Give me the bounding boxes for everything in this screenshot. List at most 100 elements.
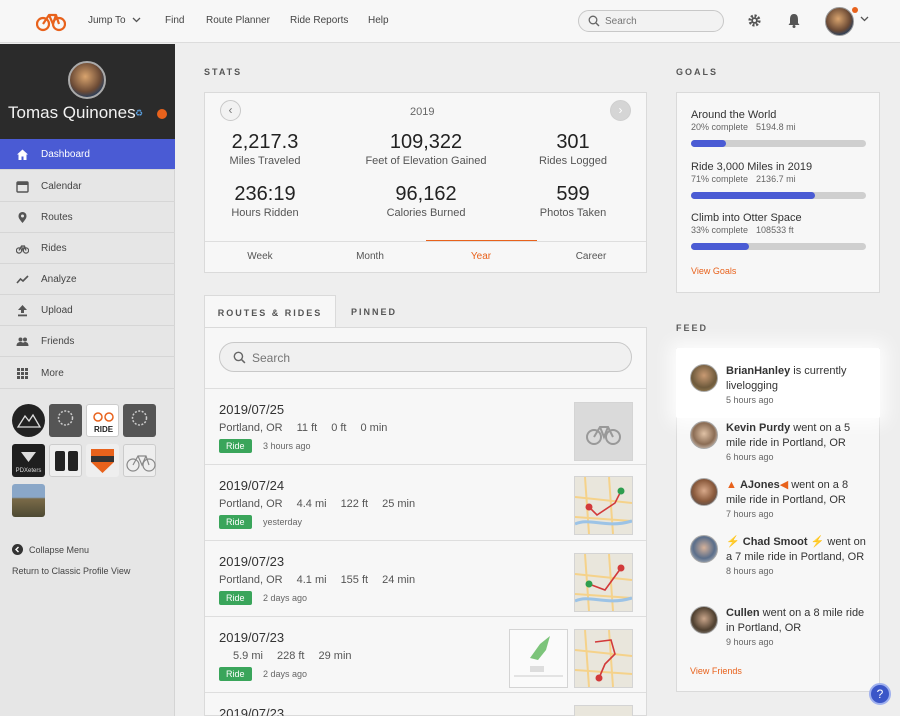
feed-avatar[interactable]: [690, 478, 718, 506]
calendar-icon: [16, 181, 29, 193]
bell-icon[interactable]: [787, 13, 801, 28]
stat-hours: 236:19 Hours Ridden: [190, 183, 340, 219]
phone-badge-icon: [55, 451, 78, 471]
sidebar-item-calendar[interactable]: Calendar: [0, 171, 175, 202]
goal-amount: 108533 ft: [756, 225, 794, 235]
badge-bicycle[interactable]: [123, 444, 156, 477]
global-search-input[interactable]: [605, 14, 715, 28]
ride-row[interactable]: 2019/07/23 5.9 mi 228 ft 29 min Ride 2 day…: [205, 616, 646, 692]
stat-label: Rides Logged: [539, 155, 607, 167]
elevation-chart-icon: [514, 636, 563, 677]
prev-year-button[interactable]: ‹: [220, 100, 241, 121]
tab-month[interactable]: Month: [315, 251, 425, 262]
feed-user-name[interactable]: AJones: [740, 479, 780, 491]
badge-pdxeters[interactable]: PDXeters: [12, 444, 45, 477]
view-goals-link[interactable]: View Goals: [691, 266, 736, 276]
feed-user-name[interactable]: Chad Smoot: [743, 536, 808, 548]
ride-row[interactable]: 2019/07/23 Portland, OR 4.1 mi 155 ft 24 mi…: [205, 540, 646, 616]
ride-distance: 11 ft: [296, 422, 318, 434]
tab-routes-rides[interactable]: ROUTES & RIDES: [204, 295, 336, 328]
premium-badge-icon: [157, 109, 167, 119]
trend-icon: [16, 275, 29, 284]
gear-icon[interactable]: [747, 13, 762, 28]
stat-value: 236:19: [234, 183, 296, 205]
goal-item[interactable]: Climb into Otter Space 33% complete 10853…: [691, 212, 867, 250]
ride-map-thumbnail[interactable]: [574, 476, 633, 535]
sidebar-item-more[interactable]: More: [0, 358, 175, 389]
nav-help[interactable]: Help: [368, 15, 389, 26]
ride-row[interactable]: 2019/07/25 Portland, OR 11 ft 0 ft 0 min Ri…: [205, 388, 646, 464]
rides-search-input[interactable]: [252, 350, 552, 366]
badge-photo[interactable]: [12, 484, 45, 517]
sidebar-item-rides[interactable]: Rides: [0, 233, 175, 264]
goal-item[interactable]: Ride 3,000 Miles in 2019 71% complete 213…: [691, 161, 867, 199]
user-avatar[interactable]: [825, 7, 854, 36]
chevron-down-icon[interactable]: [860, 16, 869, 22]
next-year-button[interactable]: ›: [610, 100, 631, 121]
ride-map-thumbnail[interactable]: [574, 705, 633, 716]
ride-thumbnail[interactable]: [574, 402, 633, 461]
stat-label: Miles Traveled: [229, 155, 301, 167]
stat-label: Photos Taken: [539, 207, 607, 219]
goal-title: Ride 3,000 Miles in 2019: [691, 161, 813, 173]
sidebar-item-friends[interactable]: Friends: [0, 326, 175, 357]
badge-portland[interactable]: [123, 404, 156, 437]
help-button[interactable]: ?: [869, 683, 891, 705]
goal-progress-fill: [691, 243, 749, 250]
sidebar-item-label: Dashboard: [41, 149, 90, 160]
lightning-icon: ⚡: [726, 536, 740, 548]
pizza-icon: ◀: [779, 479, 789, 491]
nav-find[interactable]: Find: [165, 15, 184, 26]
feed-avatar[interactable]: [690, 535, 718, 563]
stat-label: Calories Burned: [386, 207, 466, 219]
profile-avatar[interactable]: [68, 61, 106, 99]
nav-route-planner[interactable]: Route Planner: [206, 15, 270, 26]
sidebar-item-upload[interactable]: Upload: [0, 295, 175, 326]
tab-week[interactable]: Week: [205, 251, 315, 262]
route-map-icon: [574, 553, 633, 612]
bike-logo-icon[interactable]: [36, 9, 66, 33]
chevron-down-icon: [132, 17, 141, 23]
goals-card: Around the World 20% complete 5194.8 mi R…: [676, 92, 880, 293]
goal-item[interactable]: Around the World 20% complete 5194.8 mi: [691, 109, 867, 147]
notification-dot: [852, 7, 858, 13]
nav-ride-reports[interactable]: Ride Reports: [290, 15, 348, 26]
sidebar-item-dashboard[interactable]: Dashboard: [0, 139, 175, 170]
ride-row[interactable]: 2019/07/23: [205, 692, 646, 716]
view-friends-link[interactable]: View Friends: [690, 666, 742, 676]
classic-profile-link[interactable]: Return to Classic Profile View: [12, 566, 130, 576]
ride-date: 2019/07/25: [219, 402, 285, 417]
badge-ride[interactable]: RIDE: [86, 404, 119, 437]
profile-name[interactable]: Tomas Quinones: [8, 103, 136, 123]
global-search[interactable]: [578, 10, 724, 32]
ride-elevation: 0 ft: [331, 422, 347, 434]
ride-photo-thumbnail[interactable]: [509, 629, 568, 688]
goal-progress-fill: [691, 140, 726, 147]
badge-mountain[interactable]: [12, 404, 45, 437]
badge-apps[interactable]: [49, 444, 82, 477]
ride-map-thumbnail[interactable]: [574, 553, 633, 612]
sidebar-item-analyze[interactable]: Analyze: [0, 264, 175, 295]
feed-avatar[interactable]: [690, 421, 718, 449]
sidebar-item-routes[interactable]: Routes: [0, 202, 175, 233]
feed-avatar[interactable]: [690, 606, 718, 634]
rides-search[interactable]: [219, 342, 632, 372]
feed-user-name[interactable]: Kevin Purdy: [726, 422, 790, 434]
ride-row[interactable]: 2019/07/24 Portland, OR 4.4 mi 122 ft 25 mi…: [205, 464, 646, 540]
sidebar-item-label: Analyze: [41, 274, 77, 285]
feed-user-name[interactable]: Cullen: [726, 607, 760, 619]
badge-shield[interactable]: [86, 444, 119, 477]
feed-user-name[interactable]: BrianHanley: [726, 365, 790, 377]
jump-to-menu[interactable]: Jump To: [88, 15, 141, 26]
ride-map-thumbnail[interactable]: [574, 629, 633, 688]
stat-value: 599: [556, 183, 590, 205]
collapse-menu-button[interactable]: Collapse Menu: [12, 544, 89, 555]
tab-career[interactable]: Career: [536, 251, 646, 262]
feed-avatar[interactable]: [690, 364, 718, 392]
badge-experience[interactable]: [49, 404, 82, 437]
chevron-left-circle-icon: [12, 544, 23, 555]
stat-photos: 599 Photos Taken: [498, 183, 648, 219]
stat-value: 109,322: [389, 131, 463, 153]
tab-year[interactable]: Year: [426, 251, 536, 262]
tab-pinned[interactable]: PINNED: [336, 295, 412, 328]
